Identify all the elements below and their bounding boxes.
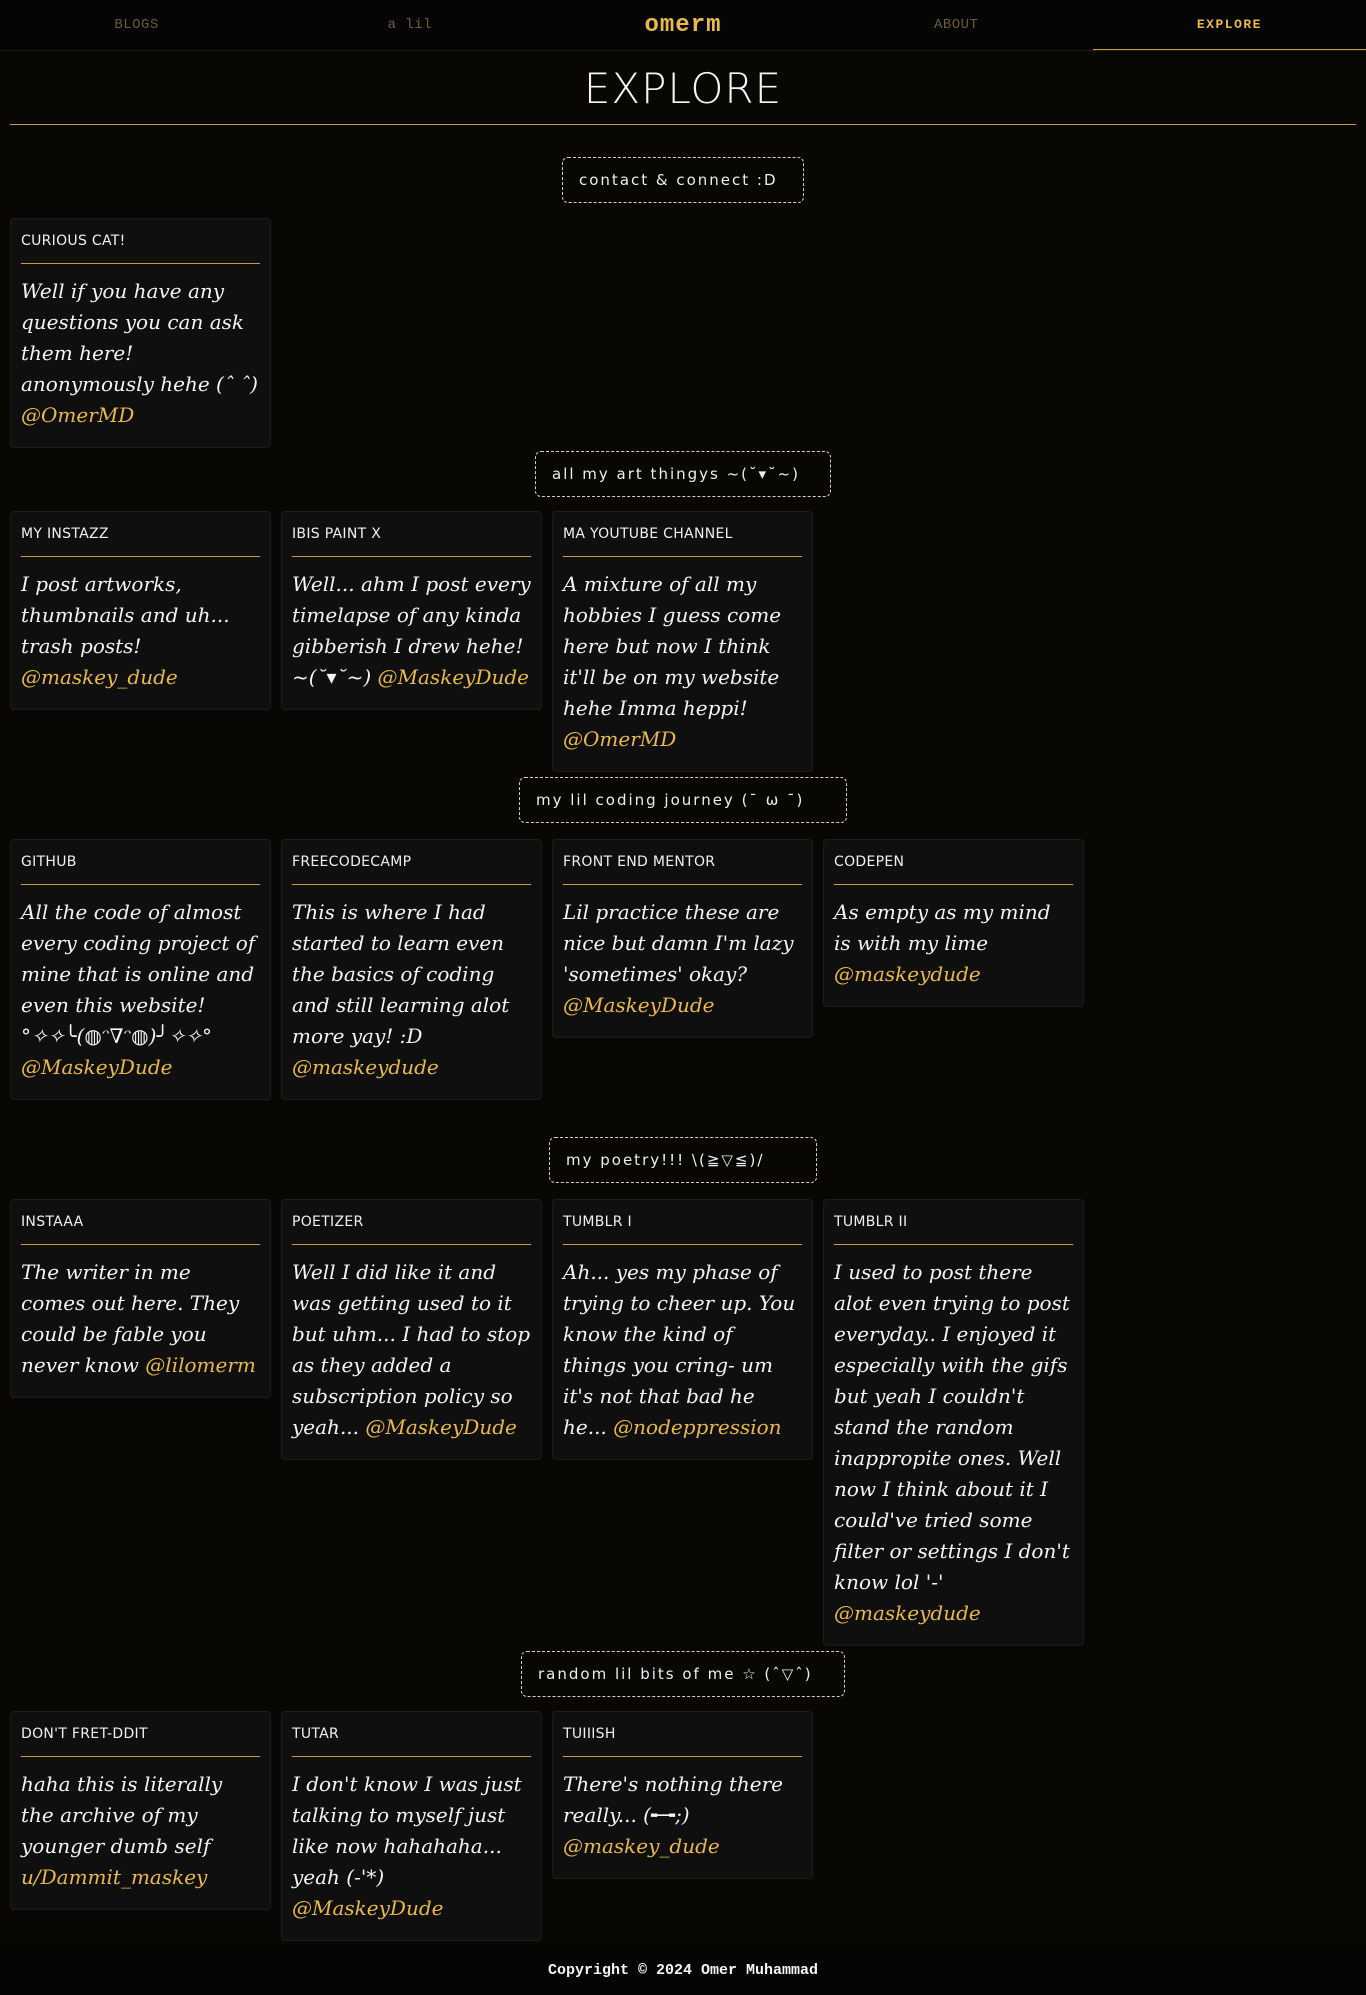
card-description: Well... ahm I post every timelapse of an… [292, 572, 531, 689]
card-title: Tuiiish [563, 1726, 802, 1757]
card-description: All the code of almost every coding proj… [21, 900, 256, 1079]
card-title: Poetizer [292, 1214, 531, 1245]
nav-link-explore[interactable]: EXPLORE [1092, 0, 1366, 50]
section-heading-contact: contact & connect :D [562, 157, 804, 203]
section-heading-poetry: my poetry!!! \(≧▽≦)/ [549, 1137, 817, 1183]
card-handle-link[interactable]: @OmerMD [563, 727, 676, 751]
link-card-front-end-mentor[interactable]: Front End Mentor Lil practice these are … [552, 839, 813, 1038]
card-handle-link[interactable]: @maskeydude [834, 962, 981, 986]
card-handle-link[interactable]: @maskeydude [834, 1601, 981, 1625]
card-description: A mixture of all my hobbies I guess come… [563, 572, 782, 751]
link-card-freecodecamp[interactable]: FreeCodeCamp This is where I had started… [281, 839, 542, 1100]
card-title: My Instazz [21, 526, 260, 557]
card-description: Well I did like it and was getting used … [292, 1260, 531, 1439]
link-card-curious-cat[interactable]: Curious Cat! Well if you have any questi… [10, 218, 271, 448]
card-description: There's nothing there really... (╾╼;) @m… [563, 1772, 783, 1858]
card-handle-link[interactable]: @lilomerm [145, 1353, 256, 1377]
link-card-ibis-paint-x[interactable]: Ibis Paint X Well... ahm I post every ti… [281, 511, 542, 710]
link-card-tuiiish[interactable]: Tuiiish There's nothing there really... … [552, 1711, 813, 1879]
page-title: EXPLORE [583, 64, 783, 113]
title-divider [10, 124, 1356, 125]
card-description: This is where I had started to learn eve… [292, 900, 510, 1079]
card-title: Instaaa [21, 1214, 260, 1245]
card-title: Tumblr II [834, 1214, 1073, 1245]
card-title: FreeCodeCamp [292, 854, 531, 885]
card-handle-link[interactable]: @MaskeyDude [21, 1055, 172, 1079]
link-card-codepen[interactable]: CodePen As empty as my mind is with my l… [823, 839, 1084, 1007]
footer-copyright: Copyright © 2024 Omer Muhammad [0, 1945, 1366, 1995]
card-description: Lil practice these are nice but damn I'm… [563, 900, 794, 1017]
card-description: haha this is literally the archive of my… [21, 1772, 223, 1889]
nav-link-a-lil[interactable]: a lil [273, 0, 546, 50]
card-description: I post artworks, thumbnails and uh... tr… [21, 572, 230, 689]
brand-logo-link[interactable]: omerm [546, 0, 819, 50]
card-title: Tutar [292, 1726, 531, 1757]
card-description: Well if you have any questions you can a… [21, 279, 258, 427]
section-heading-random: random lil bits of me ☆ (ˆ▽ˆ) [521, 1651, 845, 1697]
section-heading-coding: my lil coding journey (¯ ω ¯) [519, 777, 847, 823]
card-description: I don't know I was just talking to mysel… [292, 1772, 522, 1920]
card-title: Ibis Paint X [292, 526, 531, 557]
card-handle-link[interactable]: @maskey_dude [21, 665, 178, 689]
card-title: Front End Mentor [563, 854, 802, 885]
card-title: Curious Cat! [21, 233, 260, 264]
link-card-my-instazz[interactable]: My Instazz I post artworks, thumbnails a… [10, 511, 271, 710]
link-card-poetizer[interactable]: Poetizer Well I did like it and was gett… [281, 1199, 542, 1460]
card-title: GitHub [21, 854, 260, 885]
card-handle-link[interactable]: @MaskeyDude [563, 993, 714, 1017]
card-handle-link[interactable]: @nodeppression [613, 1415, 781, 1439]
link-card-tumblr-ii[interactable]: Tumblr II I used to post there alot even… [823, 1199, 1084, 1646]
link-card-instaaa[interactable]: Instaaa The writer in me comes out here.… [10, 1199, 271, 1398]
card-description: As empty as my mind is with my lime @mas… [834, 900, 1051, 986]
card-handle-link[interactable]: @maskeydude [292, 1055, 439, 1079]
link-card-github[interactable]: GitHub All the code of almost every codi… [10, 839, 271, 1100]
link-card-youtube-channel[interactable]: Ma YouTube Channel A mixture of all my h… [552, 511, 813, 772]
nav-link-blogs[interactable]: BLOGS [0, 0, 273, 50]
card-handle-link[interactable]: @MaskeyDude [292, 1896, 443, 1920]
card-handle-link[interactable]: @MaskeyDude [378, 665, 529, 689]
link-card-tutar[interactable]: Tutar I don't know I was just talking to… [281, 1711, 542, 1941]
top-nav: BLOGS a lil omerm ABOUT EXPLORE [0, 0, 1366, 51]
card-handle-link[interactable]: @maskey_dude [563, 1834, 720, 1858]
card-handle-link[interactable]: @OmerMD [21, 403, 134, 427]
section-heading-art: all my art thingys ~(˘▾˘~) [535, 451, 831, 497]
nav-link-about[interactable]: ABOUT [820, 0, 1093, 50]
link-card-dont-fret-ddit[interactable]: Don't Fret-ddit haha this is literally t… [10, 1711, 271, 1910]
card-description: The writer in me comes out here. They co… [21, 1260, 256, 1377]
card-title: Tumblr I [563, 1214, 802, 1245]
card-handle-link[interactable]: @MaskeyDude [365, 1415, 516, 1439]
card-description: I used to post there alot even trying to… [834, 1260, 1070, 1625]
card-description: Ah... yes my phase of trying to cheer up… [563, 1260, 796, 1439]
card-title: Ma YouTube Channel [563, 526, 802, 557]
card-title: Don't Fret-ddit [21, 1726, 260, 1757]
card-handle-link[interactable]: u/Dammit_maskey [21, 1865, 207, 1889]
card-title: CodePen [834, 854, 1073, 885]
link-card-tumblr-i[interactable]: Tumblr I Ah... yes my phase of trying to… [552, 1199, 813, 1460]
